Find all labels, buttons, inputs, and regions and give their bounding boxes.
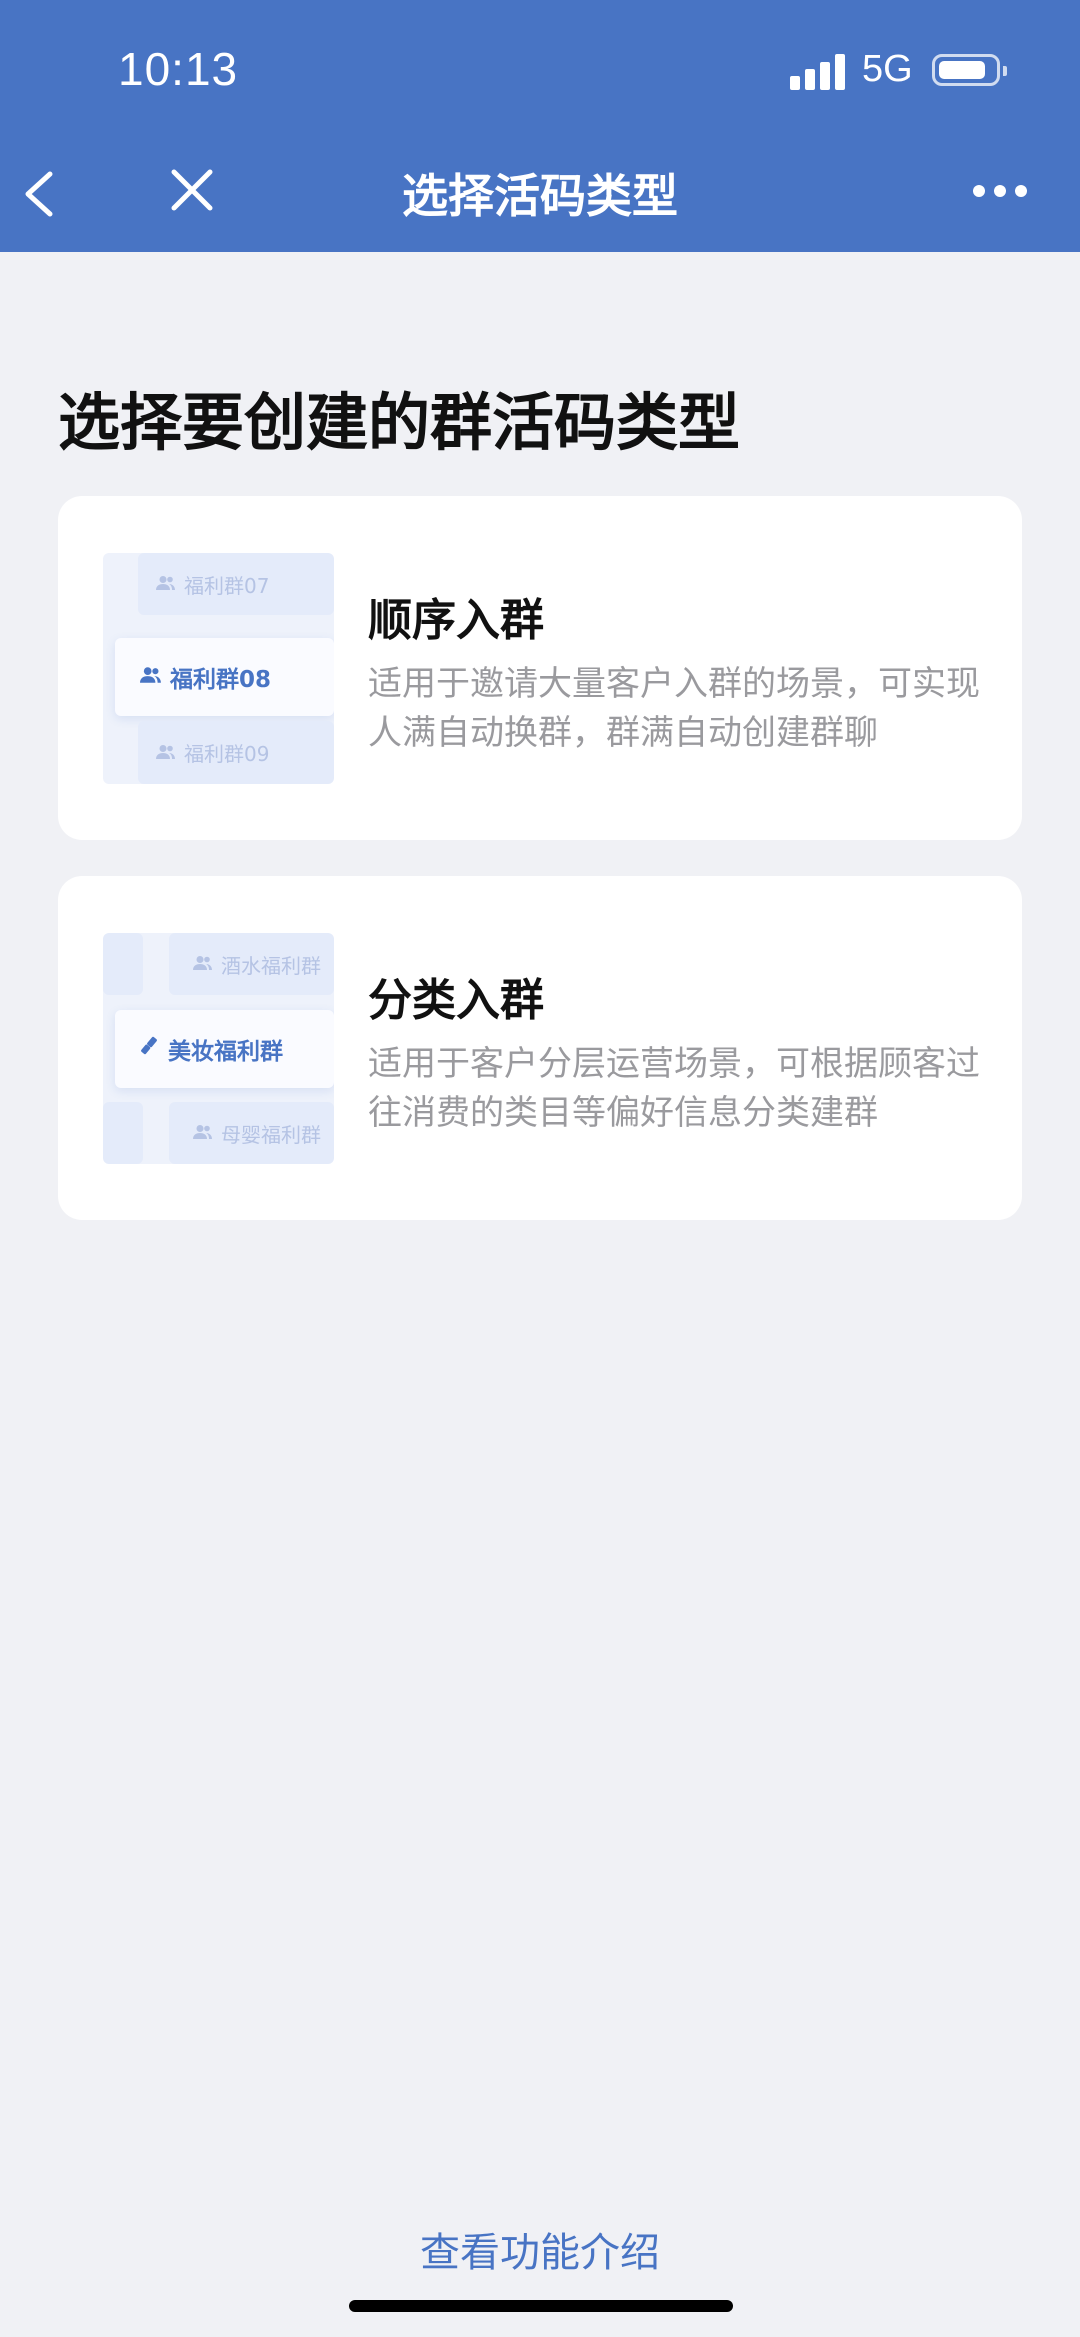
illus-label: 酒水福利群 bbox=[221, 953, 321, 978]
illus-tile-active: 美妆福利群 bbox=[115, 1010, 334, 1088]
top-bar: 10:13 5G 选择活码类型 bbox=[0, 0, 1080, 252]
lipstick-icon bbox=[140, 1036, 160, 1062]
group-icon bbox=[193, 952, 213, 976]
feature-intro-link[interactable]: 查看功能介绍 bbox=[0, 2220, 1080, 2278]
sequential-illustration: 福利群07 福利群08 福利群09 bbox=[103, 553, 334, 784]
card-title: 顺序入群 bbox=[368, 595, 544, 646]
illus-tile-bottom: 福利群09 bbox=[138, 721, 334, 784]
illus-tile-top: 酒水福利群 bbox=[169, 933, 334, 995]
battery-icon bbox=[932, 54, 1007, 86]
nav-title: 选择活码类型 bbox=[402, 169, 678, 223]
illus-tile-bottom: 母婴福利群 bbox=[169, 1102, 334, 1164]
category-join-card[interactable]: 酒水福利群 美妆福利群 母婴福利群 分类入群 适用于客户分层运营场景，可根据顾客… bbox=[58, 876, 1022, 1220]
group-icon bbox=[156, 741, 176, 765]
more-button[interactable] bbox=[970, 176, 1030, 206]
illus-label: 福利群08 bbox=[170, 667, 272, 693]
illus-tile-active: 福利群08 bbox=[115, 638, 334, 716]
category-illustration: 酒水福利群 美妆福利群 母婴福利群 bbox=[103, 933, 334, 1164]
illus-label: 母婴福利群 bbox=[221, 1122, 321, 1147]
group-icon bbox=[140, 664, 162, 690]
illus-label: 福利群09 bbox=[184, 742, 270, 766]
illus-label: 福利群07 bbox=[184, 573, 270, 598]
home-indicator[interactable] bbox=[349, 2300, 733, 2312]
illus-tile-top: 福利群07 bbox=[138, 553, 334, 615]
sequential-join-card[interactable]: 福利群07 福利群08 福利群09 顺序入群 适用于邀请大量客户入群的场景，可实… bbox=[58, 496, 1022, 840]
illus-label: 美妆福利群 bbox=[168, 1039, 283, 1065]
network-type: 5G bbox=[862, 48, 913, 90]
card-description: 适用于邀请大量客户入群的场景，可实现人满自动换群，群满自动创建群聊 bbox=[368, 664, 980, 753]
signal-icon bbox=[790, 54, 846, 90]
illus-tile-side bbox=[103, 1102, 143, 1164]
page-heading: 选择要创建的群活码类型 bbox=[58, 386, 741, 459]
illus-tile-side bbox=[103, 933, 143, 995]
card-title: 分类入群 bbox=[368, 975, 544, 1026]
card-description: 适用于客户分层运营场景，可根据顾客过往消费的类目等偏好信息分类建群 bbox=[368, 1044, 980, 1133]
more-dots-icon bbox=[973, 185, 1027, 197]
status-time: 10:13 bbox=[118, 43, 239, 95]
group-icon bbox=[193, 1121, 213, 1145]
group-icon bbox=[156, 572, 176, 596]
